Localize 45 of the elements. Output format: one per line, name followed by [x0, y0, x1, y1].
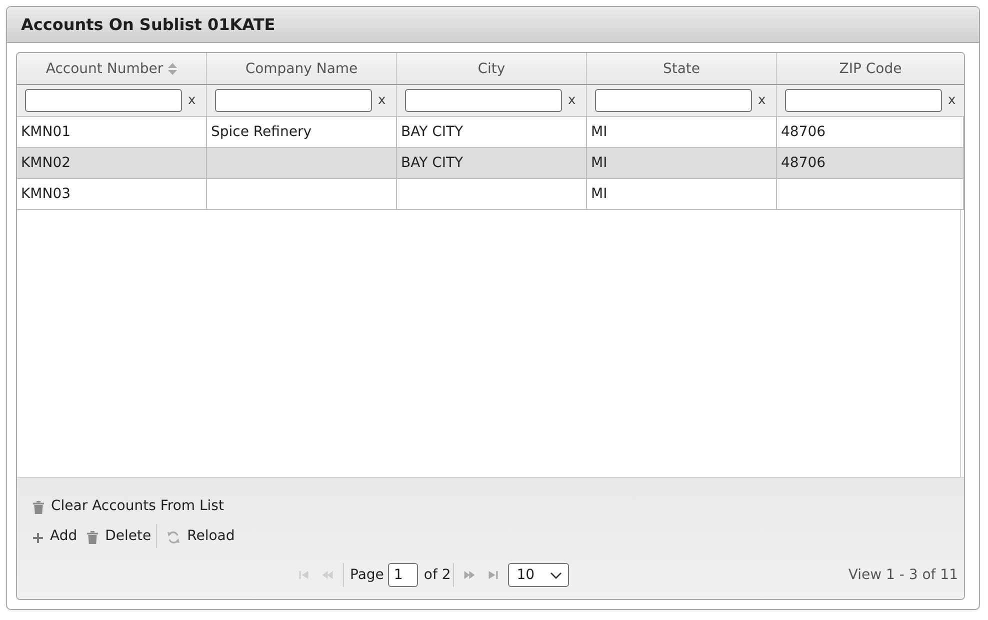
column-header[interactable]: State	[587, 53, 777, 84]
table-cell: 48706	[777, 117, 964, 147]
filter-field[interactable]	[405, 89, 562, 112]
table-cell: BAY CITY	[397, 117, 587, 147]
column-header[interactable]: City	[397, 53, 587, 84]
trash-icon	[33, 501, 44, 514]
caret-icon	[550, 572, 562, 578]
filter-field[interactable]	[595, 89, 752, 112]
toolbar-button[interactable]: Add	[33, 528, 78, 544]
page-field[interactable]: 1	[388, 563, 418, 587]
filter-field[interactable]	[215, 89, 372, 112]
plus-icon	[33, 532, 43, 542]
filter-field[interactable]	[25, 89, 182, 112]
clear-filter-button[interactable]: x	[568, 93, 576, 108]
table-cell: MI	[587, 179, 777, 209]
clear-filter-button[interactable]: x	[948, 93, 956, 108]
table-cell: Spice Refinery	[207, 117, 397, 147]
table-cell: MI	[587, 148, 777, 178]
toolbar-button[interactable]: Clear Accounts From List	[33, 498, 224, 514]
column-header[interactable]: Company Name	[207, 53, 397, 84]
clear-filter-button[interactable]: x	[188, 93, 196, 108]
page-size-select[interactable]: 10	[508, 563, 569, 587]
page-total: of 2	[424, 567, 451, 583]
panel-title: Accounts On Sublist 01KATE	[7, 7, 979, 43]
table-cell: 48706	[777, 148, 964, 178]
table-cell: KMN02	[17, 148, 207, 178]
toolbar-button[interactable]: Delete	[87, 528, 152, 544]
table-cell: KMN03	[17, 179, 207, 209]
table-row[interactable]: KMN01 Spice Refinery BAY CITY MI 48706	[17, 117, 964, 148]
table-row[interactable]: KMN03 MI	[17, 179, 964, 210]
column-header[interactable]: ZIP Code	[777, 53, 964, 84]
table-cell: KMN01	[17, 117, 207, 147]
toolbar-button[interactable]: Reload	[167, 528, 235, 544]
column-header[interactable]: Account Number	[17, 53, 207, 84]
table-cell: MI	[587, 117, 777, 147]
table-cell: BAY CITY	[397, 148, 587, 178]
sort-icon	[168, 62, 178, 74]
table-row[interactable]: KMN02 BAY CITY MI 48706	[17, 148, 964, 179]
page-label: Page	[350, 567, 384, 583]
filter-field[interactable]	[785, 89, 942, 112]
trash-icon	[87, 531, 98, 544]
clear-filter-button[interactable]: x	[378, 93, 386, 108]
clear-filter-button[interactable]: x	[758, 93, 766, 108]
reload-icon	[167, 531, 180, 544]
record-count: View 1 - 3 of 11	[848, 567, 958, 583]
